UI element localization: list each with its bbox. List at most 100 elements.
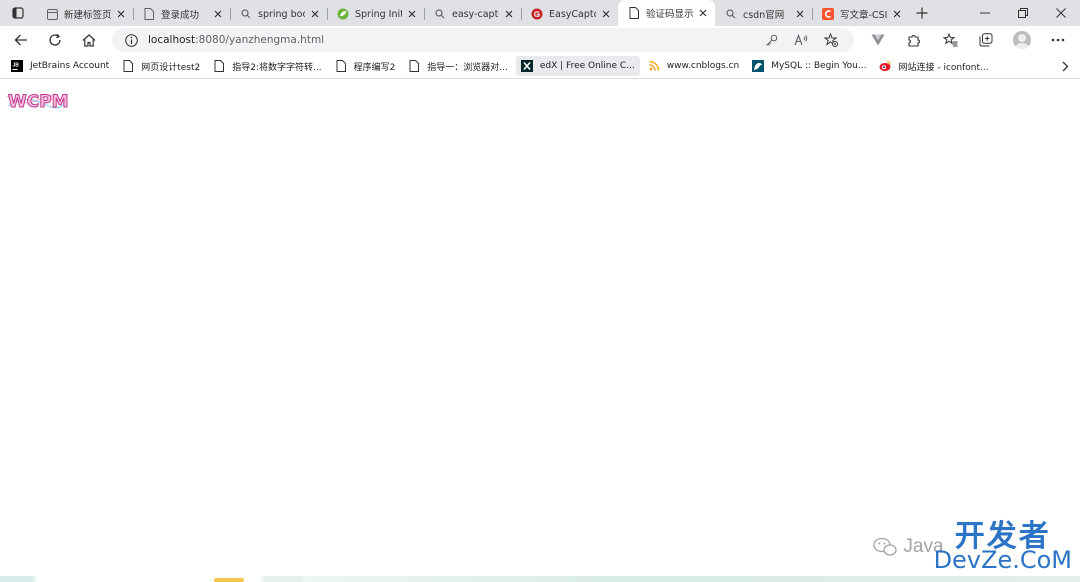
close-icon[interactable] (891, 8, 903, 20)
close-icon[interactable] (697, 7, 709, 19)
tab-2[interactable]: spring boot (230, 2, 327, 26)
minimize-button[interactable] (966, 0, 1004, 26)
tab-title: 登录成功 (161, 10, 200, 21)
vue-devtools-icon (871, 34, 885, 46)
close-icon[interactable] (503, 8, 515, 20)
taskbar-item[interactable] (214, 578, 244, 582)
svg-text:JB: JB (13, 63, 20, 69)
bookmark-label: 网页设计test2 (141, 62, 201, 73)
close-icon[interactable] (406, 8, 418, 20)
refresh-icon (49, 33, 61, 46)
profile-button[interactable] (1004, 26, 1040, 54)
menu-button[interactable] (1040, 26, 1076, 54)
restore-button[interactable] (1004, 0, 1042, 26)
close-icon[interactable] (115, 8, 127, 20)
new-tab-button[interactable] (909, 0, 935, 26)
bookmark-label: www.cnblogs.cn (666, 61, 740, 71)
page-icon (628, 7, 640, 19)
tab-title: csdn官网 (743, 10, 785, 21)
mysql-icon (752, 60, 765, 72)
tab-title: 新建标签页 (64, 10, 111, 21)
watermark-brand-en: DevZe.CoM (933, 546, 1072, 574)
tab-5[interactable]: EasyCaptch (521, 2, 618, 26)
tab-7[interactable]: csdn官网 (715, 2, 812, 26)
chevron-right-icon (1062, 61, 1068, 71)
tab-1[interactable]: 登录成功 (133, 2, 230, 26)
bookmark-label: 指导2:将数字字符转... (232, 62, 322, 73)
collections-button[interactable] (968, 26, 1004, 54)
tab-title: EasyCaptch (549, 8, 596, 20)
puzzle-icon (908, 35, 920, 47)
home-button[interactable] (72, 26, 106, 54)
refresh-button[interactable] (38, 26, 72, 54)
close-icon[interactable] (212, 8, 224, 20)
page-icon (335, 60, 347, 72)
taskbar-strip (0, 576, 1080, 582)
extension-vue-button[interactable] (860, 26, 896, 54)
spring-icon (337, 8, 349, 20)
browser-tools (860, 26, 1076, 54)
bookmark-item[interactable]: 指导2:将数字字符转... (208, 56, 326, 76)
favorites-button[interactable] (932, 26, 968, 54)
iconfont-icon (879, 60, 892, 72)
bookmark-item[interactable]: JB JetBrains Account (6, 56, 114, 76)
plus-icon (916, 7, 928, 19)
tab-0[interactable]: 新建标签页 (36, 2, 133, 26)
bookmark-item[interactable]: www.cnblogs.cn (643, 56, 744, 76)
bookmark-item[interactable]: 程序编写2 (330, 56, 401, 76)
back-button[interactable] (4, 26, 38, 54)
collections-icon (979, 33, 993, 47)
tab-6-active[interactable]: 验证码显示 (618, 0, 715, 26)
captcha-text: WCPM (8, 92, 68, 112)
url-text[interactable]: localhost:8080/yanzhengma.html (148, 34, 324, 46)
tab-title: spring boot (258, 8, 305, 20)
watermark: Java 开发者 DevZe.CoM (873, 522, 1072, 572)
bookmarks-overflow-button[interactable] (1050, 56, 1080, 76)
watermark-brand: 开发者 DevZe.CoM (933, 522, 1072, 574)
page-icon (143, 8, 155, 20)
tab-actions-button[interactable] (0, 0, 36, 26)
url-host: localhost (148, 34, 196, 46)
bookmark-label: JetBrains Account (30, 61, 110, 71)
captcha-image[interactable]: WCPM (6, 90, 68, 112)
tab-8[interactable]: 写文章-CSI (812, 2, 909, 26)
tab-title: 验证码显示 (646, 9, 693, 20)
close-icon[interactable] (600, 8, 612, 20)
toolbar: localhost:8080/yanzhengma.html (0, 26, 1080, 54)
tab-title: 写文章-CSI (840, 10, 887, 21)
close-icon[interactable] (794, 8, 806, 20)
bookmark-item[interactable]: MySQL :: Begin You... (747, 56, 871, 76)
search-icon (434, 8, 446, 20)
page-content: WCPM Java 开发者 DevZe.CoM (0, 80, 1080, 576)
window-controls (966, 0, 1080, 26)
tab-actions-icon (12, 7, 24, 19)
bookmark-label: 网站连接 - iconfont... (898, 62, 989, 73)
tab-3[interactable]: Spring Initi (327, 2, 424, 26)
extensions-button[interactable] (896, 26, 932, 54)
read-aloud-icon[interactable] (786, 28, 816, 52)
favorite-star-icon[interactable] (816, 28, 846, 52)
search-icon (725, 8, 737, 20)
info-icon[interactable] (124, 33, 138, 47)
close-icon[interactable] (309, 8, 321, 20)
tab-strip: 新建标签页 登录成功 spring boot Spring Initi easy… (0, 0, 1080, 26)
gitee-icon (531, 8, 543, 20)
search-icon (240, 8, 252, 20)
tab-title: Spring Initi (355, 8, 402, 20)
url-path: :8080/yanzhengma.html (195, 34, 325, 46)
home-icon (82, 33, 96, 47)
close-window-button[interactable] (1042, 0, 1080, 26)
bookmark-label: edX | Free Online C... (539, 61, 635, 71)
close-icon (1056, 8, 1066, 18)
bookmark-label: 指导一：浏览器对... (427, 62, 508, 73)
tab-4[interactable]: easy-captc (424, 2, 521, 26)
address-bar[interactable]: localhost:8080/yanzhengma.html (112, 28, 854, 52)
more-horizontal-icon (1051, 38, 1065, 42)
key-icon[interactable] (756, 28, 786, 52)
edx-icon (520, 60, 533, 72)
bookmark-item[interactable]: 网页设计test2 (117, 56, 205, 76)
bookmark-item[interactable]: 网站连接 - iconfont... (874, 56, 993, 76)
bookmark-label: 程序编写2 (353, 62, 396, 73)
bookmark-item[interactable]: edX | Free Online C... (515, 56, 640, 76)
bookmark-item[interactable]: 指导一：浏览器对... (403, 56, 513, 76)
